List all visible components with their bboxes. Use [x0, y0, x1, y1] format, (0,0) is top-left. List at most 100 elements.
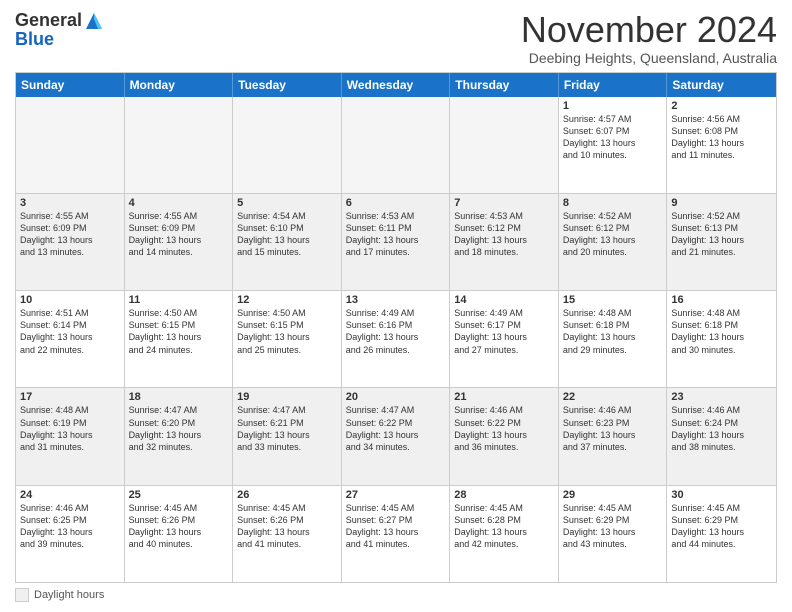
day-number: 23 — [671, 391, 772, 403]
day-number: 18 — [129, 391, 229, 403]
day-number: 30 — [671, 489, 772, 501]
logo-general-text: General — [15, 10, 82, 31]
day-detail: Sunrise: 4:47 AMSunset: 6:22 PMDaylight:… — [346, 404, 446, 453]
day-number: 22 — [563, 391, 663, 403]
calendar-cell: 9Sunrise: 4:52 AMSunset: 6:13 PMDaylight… — [667, 194, 776, 290]
day-detail: Sunrise: 4:45 AMSunset: 6:26 PMDaylight:… — [237, 502, 337, 551]
day-detail: Sunrise: 4:53 AMSunset: 6:11 PMDaylight:… — [346, 210, 446, 259]
day-number: 16 — [671, 294, 772, 306]
calendar-cell: 22Sunrise: 4:46 AMSunset: 6:23 PMDayligh… — [559, 388, 668, 484]
day-number: 10 — [20, 294, 120, 306]
day-number: 29 — [563, 489, 663, 501]
calendar-cell: 27Sunrise: 4:45 AMSunset: 6:27 PMDayligh… — [342, 486, 451, 582]
calendar-cell: 20Sunrise: 4:47 AMSunset: 6:22 PMDayligh… — [342, 388, 451, 484]
calendar-cell: 3Sunrise: 4:55 AMSunset: 6:09 PMDaylight… — [16, 194, 125, 290]
day-number: 6 — [346, 197, 446, 209]
calendar-header-monday: Monday — [125, 73, 234, 97]
calendar-cell: 18Sunrise: 4:47 AMSunset: 6:20 PMDayligh… — [125, 388, 234, 484]
calendar-header-saturday: Saturday — [667, 73, 776, 97]
calendar-cell — [233, 97, 342, 193]
calendar-cell: 1Sunrise: 4:57 AMSunset: 6:07 PMDaylight… — [559, 97, 668, 193]
day-detail: Sunrise: 4:48 AMSunset: 6:18 PMDaylight:… — [671, 307, 772, 356]
day-detail: Sunrise: 4:52 AMSunset: 6:12 PMDaylight:… — [563, 210, 663, 259]
day-number: 14 — [454, 294, 554, 306]
day-detail: Sunrise: 4:52 AMSunset: 6:13 PMDaylight:… — [671, 210, 772, 259]
day-detail: Sunrise: 4:46 AMSunset: 6:24 PMDaylight:… — [671, 404, 772, 453]
day-number: 9 — [671, 197, 772, 209]
location-text: Deebing Heights, Queensland, Australia — [521, 50, 777, 66]
day-number: 12 — [237, 294, 337, 306]
day-number: 20 — [346, 391, 446, 403]
day-detail: Sunrise: 4:50 AMSunset: 6:15 PMDaylight:… — [237, 307, 337, 356]
day-number: 3 — [20, 197, 120, 209]
day-number: 15 — [563, 294, 663, 306]
title-area: November 2024 Deebing Heights, Queenslan… — [521, 10, 777, 66]
day-detail: Sunrise: 4:50 AMSunset: 6:15 PMDaylight:… — [129, 307, 229, 356]
calendar-cell: 25Sunrise: 4:45 AMSunset: 6:26 PMDayligh… — [125, 486, 234, 582]
calendar-cell — [16, 97, 125, 193]
calendar-cell: 30Sunrise: 4:45 AMSunset: 6:29 PMDayligh… — [667, 486, 776, 582]
day-number: 7 — [454, 197, 554, 209]
day-number: 17 — [20, 391, 120, 403]
day-number: 25 — [129, 489, 229, 501]
day-detail: Sunrise: 4:51 AMSunset: 6:14 PMDaylight:… — [20, 307, 120, 356]
calendar-cell: 19Sunrise: 4:47 AMSunset: 6:21 PMDayligh… — [233, 388, 342, 484]
calendar-cell: 28Sunrise: 4:45 AMSunset: 6:28 PMDayligh… — [450, 486, 559, 582]
calendar-cell: 6Sunrise: 4:53 AMSunset: 6:11 PMDaylight… — [342, 194, 451, 290]
day-number: 19 — [237, 391, 337, 403]
calendar-header: SundayMondayTuesdayWednesdayThursdayFrid… — [16, 73, 776, 97]
day-detail: Sunrise: 4:45 AMSunset: 6:29 PMDaylight:… — [563, 502, 663, 551]
day-number: 26 — [237, 489, 337, 501]
calendar-header-thursday: Thursday — [450, 73, 559, 97]
header: General Blue November 2024 Deebing Heigh… — [15, 10, 777, 66]
day-detail: Sunrise: 4:45 AMSunset: 6:29 PMDaylight:… — [671, 502, 772, 551]
calendar-cell: 10Sunrise: 4:51 AMSunset: 6:14 PMDayligh… — [16, 291, 125, 387]
day-number: 21 — [454, 391, 554, 403]
calendar-header-friday: Friday — [559, 73, 668, 97]
day-detail: Sunrise: 4:49 AMSunset: 6:16 PMDaylight:… — [346, 307, 446, 356]
legend-label: Daylight hours — [34, 589, 104, 601]
calendar-cell: 13Sunrise: 4:49 AMSunset: 6:16 PMDayligh… — [342, 291, 451, 387]
day-number: 1 — [563, 100, 663, 112]
day-detail: Sunrise: 4:46 AMSunset: 6:25 PMDaylight:… — [20, 502, 120, 551]
day-detail: Sunrise: 4:45 AMSunset: 6:28 PMDaylight:… — [454, 502, 554, 551]
day-detail: Sunrise: 4:55 AMSunset: 6:09 PMDaylight:… — [20, 210, 120, 259]
calendar-cell: 15Sunrise: 4:48 AMSunset: 6:18 PMDayligh… — [559, 291, 668, 387]
calendar-header-tuesday: Tuesday — [233, 73, 342, 97]
calendar-cell: 11Sunrise: 4:50 AMSunset: 6:15 PMDayligh… — [125, 291, 234, 387]
month-title: November 2024 — [521, 10, 777, 50]
calendar-cell: 26Sunrise: 4:45 AMSunset: 6:26 PMDayligh… — [233, 486, 342, 582]
day-detail: Sunrise: 4:48 AMSunset: 6:19 PMDaylight:… — [20, 404, 120, 453]
day-detail: Sunrise: 4:46 AMSunset: 6:22 PMDaylight:… — [454, 404, 554, 453]
day-number: 4 — [129, 197, 229, 209]
day-detail: Sunrise: 4:47 AMSunset: 6:20 PMDaylight:… — [129, 404, 229, 453]
calendar-cell — [125, 97, 234, 193]
day-detail: Sunrise: 4:49 AMSunset: 6:17 PMDaylight:… — [454, 307, 554, 356]
calendar-week-2: 3Sunrise: 4:55 AMSunset: 6:09 PMDaylight… — [16, 193, 776, 290]
calendar-cell — [450, 97, 559, 193]
day-number: 5 — [237, 197, 337, 209]
calendar-header-wednesday: Wednesday — [342, 73, 451, 97]
logo-triangle-icon — [84, 11, 104, 31]
calendar-cell: 12Sunrise: 4:50 AMSunset: 6:15 PMDayligh… — [233, 291, 342, 387]
day-number: 2 — [671, 100, 772, 112]
calendar-cell: 2Sunrise: 4:56 AMSunset: 6:08 PMDaylight… — [667, 97, 776, 193]
footer: Daylight hours — [15, 588, 777, 602]
calendar-week-1: 1Sunrise: 4:57 AMSunset: 6:07 PMDaylight… — [16, 97, 776, 193]
day-detail: Sunrise: 4:45 AMSunset: 6:26 PMDaylight:… — [129, 502, 229, 551]
day-number: 8 — [563, 197, 663, 209]
calendar-week-5: 24Sunrise: 4:46 AMSunset: 6:25 PMDayligh… — [16, 485, 776, 582]
calendar-cell: 7Sunrise: 4:53 AMSunset: 6:12 PMDaylight… — [450, 194, 559, 290]
day-detail: Sunrise: 4:47 AMSunset: 6:21 PMDaylight:… — [237, 404, 337, 453]
day-detail: Sunrise: 4:57 AMSunset: 6:07 PMDaylight:… — [563, 113, 663, 162]
day-detail: Sunrise: 4:54 AMSunset: 6:10 PMDaylight:… — [237, 210, 337, 259]
day-number: 13 — [346, 294, 446, 306]
day-number: 27 — [346, 489, 446, 501]
day-detail: Sunrise: 4:45 AMSunset: 6:27 PMDaylight:… — [346, 502, 446, 551]
calendar-header-sunday: Sunday — [16, 73, 125, 97]
day-number: 11 — [129, 294, 229, 306]
calendar-body: 1Sunrise: 4:57 AMSunset: 6:07 PMDaylight… — [16, 97, 776, 582]
page: General Blue November 2024 Deebing Heigh… — [0, 0, 792, 612]
day-number: 28 — [454, 489, 554, 501]
day-number: 24 — [20, 489, 120, 501]
